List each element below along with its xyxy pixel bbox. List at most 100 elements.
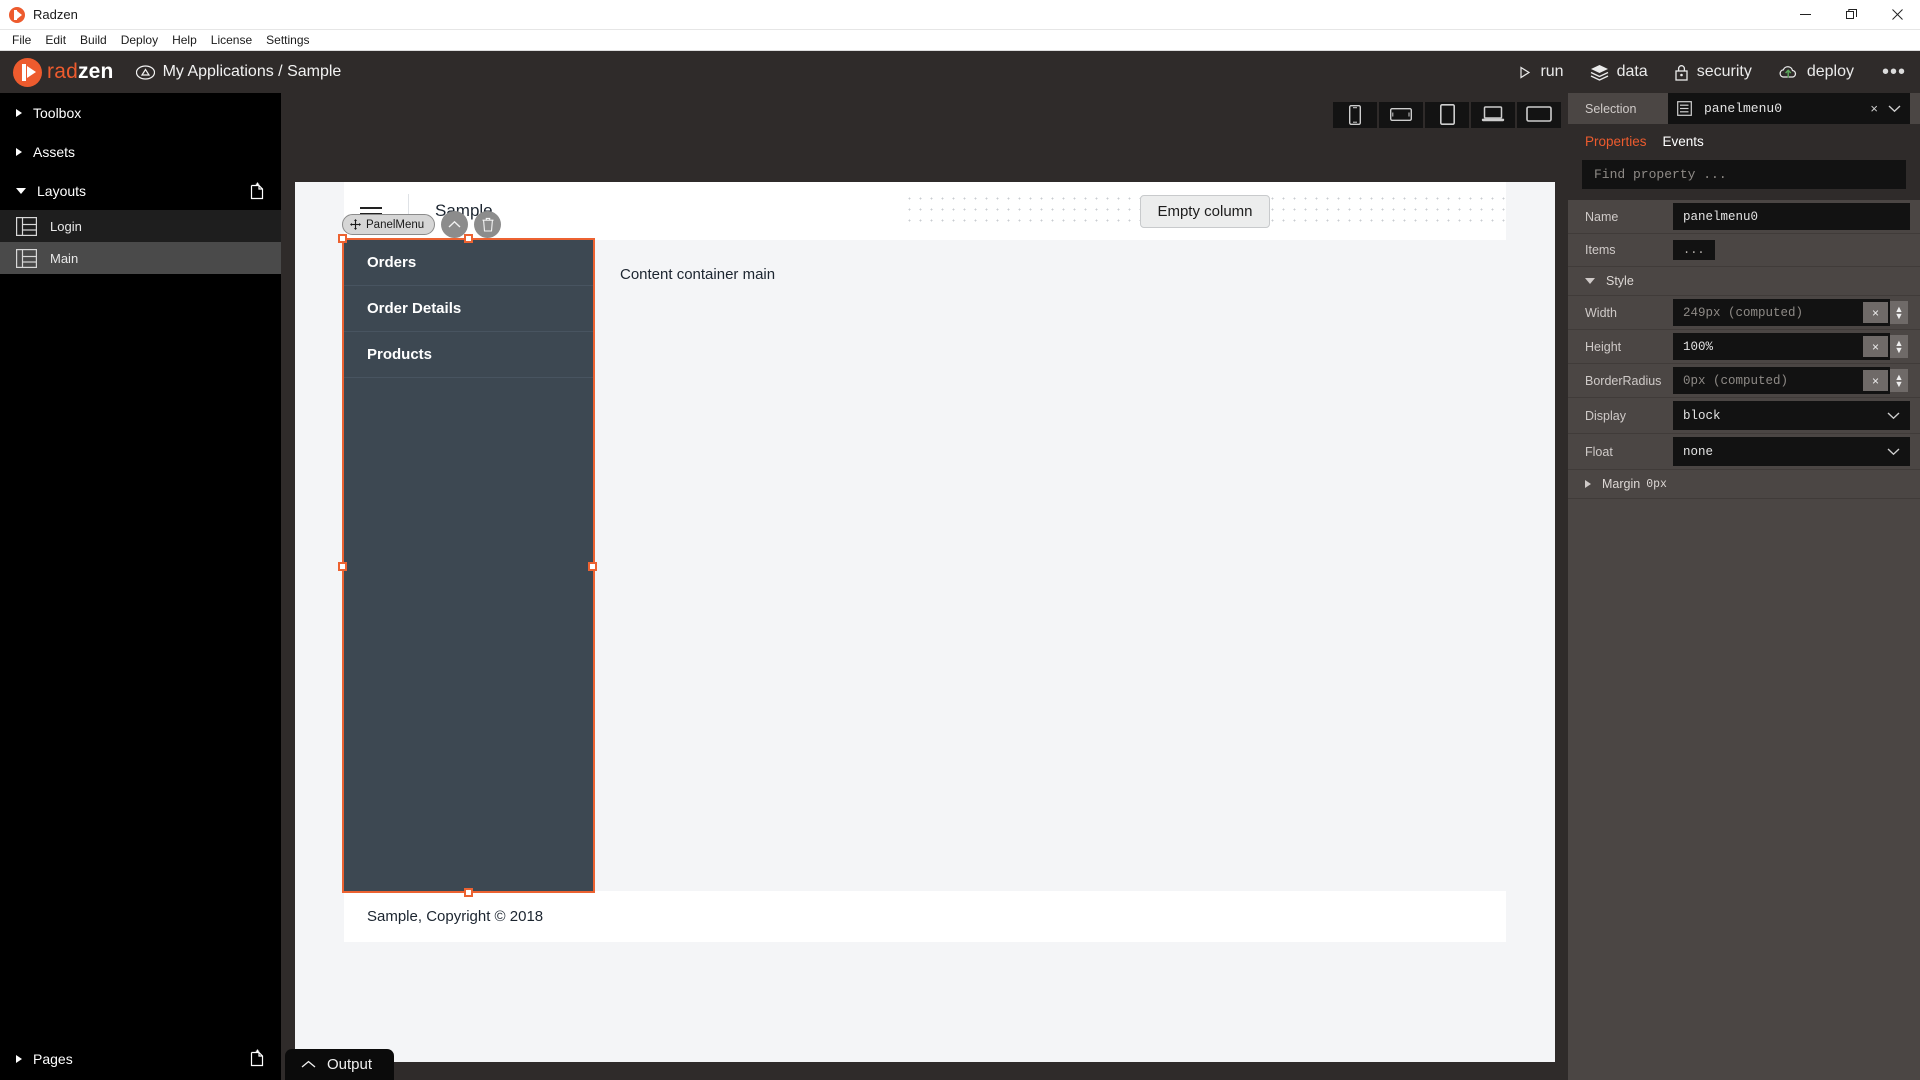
add-layout-button[interactable] [248, 181, 265, 200]
run-button[interactable]: run [1517, 63, 1564, 81]
border-radius-input[interactable]: 0px (computed) × [1673, 367, 1890, 394]
minimize-button[interactable] [1782, 0, 1828, 30]
width-input[interactable]: 249px (computed) × [1673, 299, 1890, 326]
security-button[interactable]: security [1674, 63, 1752, 81]
height-clear-button[interactable]: × [1863, 336, 1888, 357]
device-phone-portrait-button[interactable] [1333, 101, 1377, 128]
property-row-width: Width 249px (computed) × ▲ ▼ [1568, 296, 1920, 330]
menu-item-help[interactable]: Help [165, 31, 204, 49]
panelmenu-item-order-details[interactable]: Order Details [344, 286, 593, 332]
tab-properties[interactable]: Properties [1585, 130, 1647, 153]
property-label-name: Name [1585, 209, 1619, 224]
height-stepper[interactable]: ▲ ▼ [1890, 335, 1908, 358]
overflow-menu-button[interactable]: ••• [1882, 62, 1906, 82]
designed-header[interactable]: Sample Empty column [344, 182, 1506, 240]
width-stepper[interactable]: ▲ ▼ [1890, 301, 1908, 324]
selection-badge-label: PanelMenu [366, 218, 425, 231]
sidebar-item-main[interactable]: Main [0, 242, 281, 274]
app-compass-icon [135, 63, 155, 82]
breadcrumb[interactable]: My Applications / Sample [135, 63, 342, 82]
name-input-value: panelmenu0 [1683, 209, 1759, 224]
brand-zen: zen [77, 60, 114, 83]
design-surface[interactable]: Sample Empty column PanelMenu Orders Ord… [295, 182, 1555, 1062]
chevron-down-icon [1585, 278, 1595, 284]
selection-badge[interactable]: PanelMenu [342, 214, 436, 235]
resize-handle-middle-left[interactable] [338, 562, 347, 571]
property-control-height: 100% × ▲ ▼ [1673, 333, 1910, 360]
selection-dropdown[interactable]: panelmenu0 × [1668, 93, 1910, 124]
height-input-value: 100% [1683, 339, 1714, 354]
menu-item-license[interactable]: License [204, 31, 259, 49]
new-file-icon [250, 182, 264, 200]
chevron-up-icon [448, 220, 461, 228]
deploy-button[interactable]: deploy [1778, 63, 1854, 81]
data-button[interactable]: data [1590, 63, 1648, 81]
add-page-button[interactable] [248, 1048, 265, 1070]
selection-chevron-down-icon[interactable] [1888, 100, 1901, 118]
property-label-display: Display [1585, 408, 1626, 423]
canvas-column: Sample Empty column PanelMenu Orders Ord… [281, 93, 1568, 1080]
sidebar-item-login[interactable]: Login [0, 210, 281, 242]
property-label-height: Height [1585, 339, 1622, 354]
chevron-right-icon [1585, 480, 1591, 488]
device-tablet-button[interactable] [1425, 101, 1469, 128]
style-group-header[interactable]: Style [1568, 267, 1920, 296]
device-laptop-button[interactable] [1471, 101, 1515, 128]
breadcrumb-text: My Applications / Sample [162, 63, 342, 80]
delete-component-button[interactable] [474, 211, 502, 238]
property-label-float: Float [1585, 444, 1613, 459]
resize-handle-middle-right[interactable] [588, 562, 597, 571]
empty-column-button[interactable]: Empty column [1140, 194, 1270, 228]
content-container-main[interactable]: Content container main [593, 240, 1506, 891]
designed-footer[interactable]: Sample, Copyright © 2018 [344, 891, 1506, 942]
menu-item-file[interactable]: File [5, 31, 38, 49]
panelmenu-widget[interactable]: PanelMenu Orders Order Details Products [338, 211, 597, 897]
menu-item-settings[interactable]: Settings [259, 31, 316, 49]
display-select-value: block [1683, 408, 1721, 423]
brand[interactable]: radzen [13, 57, 114, 87]
items-editor-button[interactable]: ... [1673, 240, 1715, 260]
resize-handle-bottom-center[interactable] [464, 888, 473, 897]
select-parent-button[interactable] [441, 211, 469, 238]
float-select[interactable]: none [1673, 437, 1910, 466]
panelmenu-item-orders[interactable]: Orders [344, 240, 593, 286]
pages-label: Pages [33, 1051, 73, 1067]
width-clear-button[interactable]: × [1863, 302, 1888, 323]
sidebar-section-toolbox[interactable]: Toolbox [0, 93, 281, 132]
border-radius-stepper[interactable]: ▲ ▼ [1890, 369, 1908, 392]
selection-clear-button[interactable]: × [1870, 101, 1878, 116]
menu-item-edit[interactable]: Edit [38, 31, 73, 49]
empty-column-dropzone[interactable]: Empty column [904, 193, 1506, 229]
sidebar-section-assets-label: Assets [33, 143, 76, 160]
property-label-border-radius: BorderRadius [1585, 373, 1662, 388]
sidebar-section-toolbox-label: Toolbox [33, 104, 82, 121]
maximize-button[interactable] [1828, 0, 1874, 30]
name-input[interactable]: panelmenu0 [1673, 203, 1910, 230]
border-radius-clear-button[interactable]: × [1863, 370, 1888, 391]
design-canvas-area: Sample Empty column PanelMenu Orders Ord… [281, 136, 1568, 1080]
tab-events[interactable]: Events [1663, 130, 1704, 153]
menu-item-build[interactable]: Build [73, 31, 114, 49]
window-title: Radzen [33, 7, 78, 22]
sidebar-section-assets[interactable]: Assets [0, 132, 281, 171]
height-input[interactable]: 100% × [1673, 333, 1890, 360]
close-button[interactable] [1874, 0, 1920, 30]
device-breakpoint-bar [281, 93, 1568, 136]
cloud-upload-icon [1779, 65, 1796, 78]
property-row-height: Height 100% × ▲ ▼ [1568, 330, 1920, 364]
margin-group-header[interactable]: Margin 0px [1568, 470, 1920, 499]
menu-item-deploy[interactable]: Deploy [114, 31, 165, 49]
device-phone-landscape-button[interactable] [1379, 101, 1423, 128]
sidebar-section-layouts[interactable]: Layouts [0, 171, 281, 210]
property-row-border-radius: BorderRadius 0px (computed) × ▲ ▼ [1568, 364, 1920, 398]
panelmenu-item-products[interactable]: Products [344, 332, 593, 378]
output-tab[interactable]: Output [285, 1049, 395, 1080]
laptop-icon [1481, 106, 1505, 122]
property-label-width: Width [1585, 305, 1617, 320]
pages-section[interactable]: Pages [0, 1038, 281, 1080]
move-icon [350, 219, 361, 230]
display-select[interactable]: block [1673, 401, 1910, 430]
device-desktop-button[interactable] [1517, 101, 1561, 128]
find-property-input[interactable] [1582, 160, 1906, 189]
left-sidebar: Toolbox Assets Layouts Login Main [0, 93, 281, 1080]
